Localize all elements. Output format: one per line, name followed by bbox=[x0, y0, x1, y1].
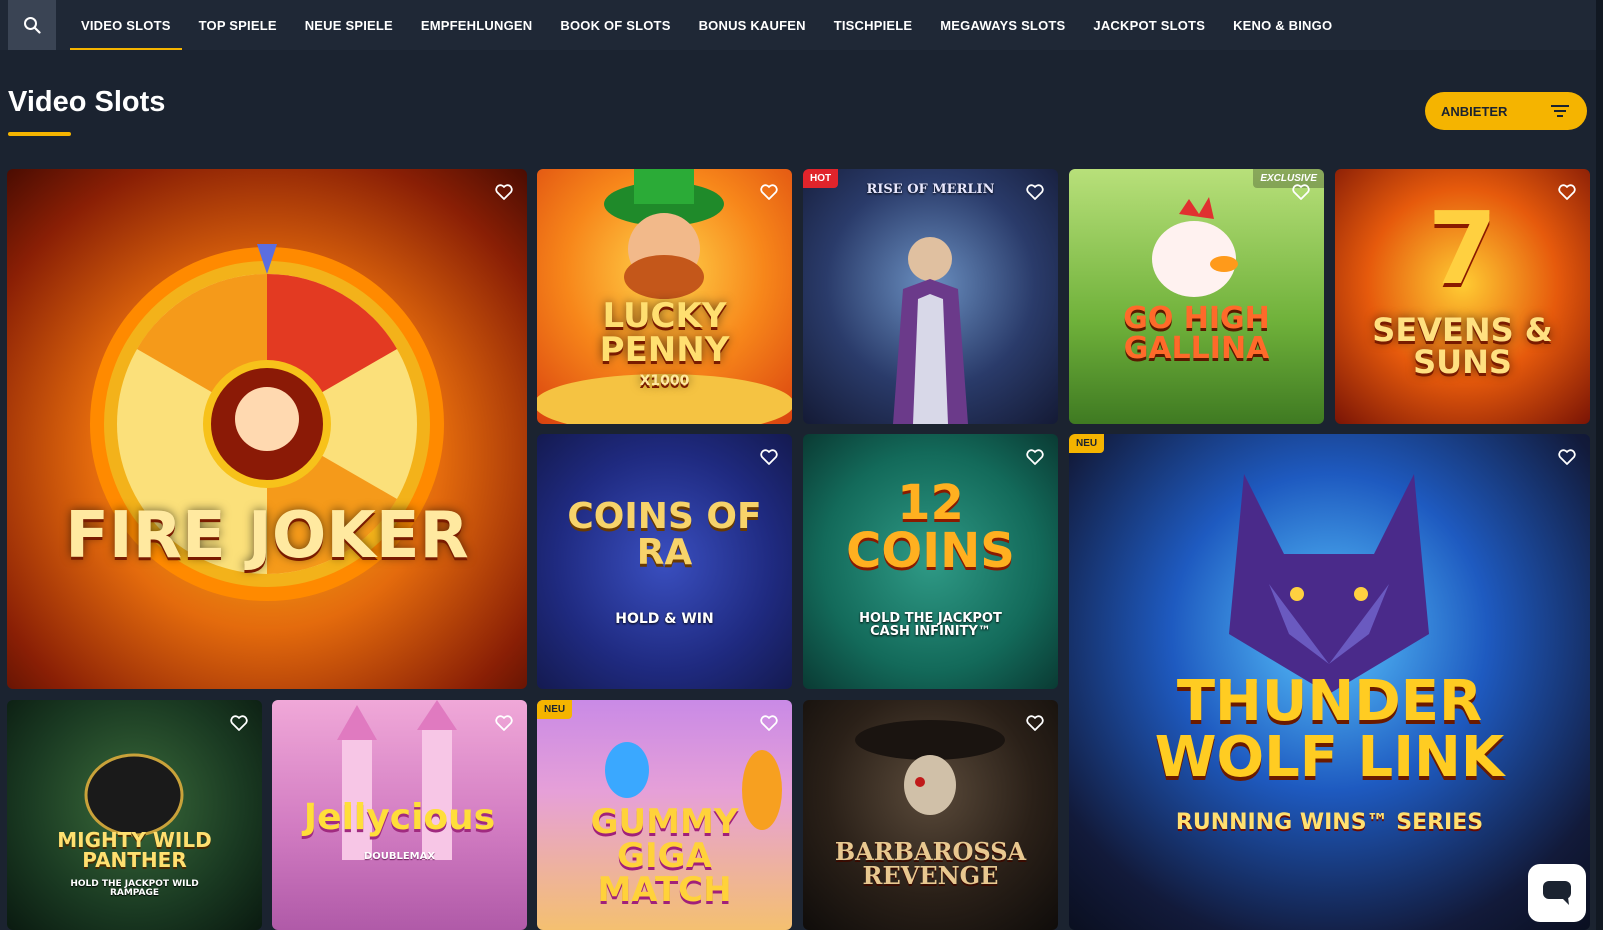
game-title: RISE OF MERLIN bbox=[866, 182, 995, 197]
game-tile-mighty-wild-panther[interactable]: MIGHTY WILD PANTHER HOLD THE JACKPOT WIL… bbox=[7, 700, 262, 930]
game-artwork-pirate bbox=[855, 720, 1005, 815]
game-title: GO HIGH GALLINA bbox=[1123, 301, 1270, 366]
favorite-button[interactable] bbox=[1024, 181, 1046, 203]
game-artwork-wizard bbox=[893, 237, 968, 424]
hot-badge: HOT bbox=[803, 169, 839, 188]
heart-icon bbox=[1026, 449, 1044, 465]
tab-video-slots[interactable]: VIDEO SLOTS bbox=[70, 0, 182, 50]
tab-jackpot-slots[interactable]: JACKPOT SLOTS bbox=[1082, 0, 1216, 50]
game-subtitle: HOLD THE JACKPOT WILD RAMPAGE bbox=[70, 879, 199, 898]
game-tile-gummy-giga-match[interactable]: GUMMY GIGA MATCH NEU bbox=[537, 700, 792, 930]
game-tile-barbarossa-revenge[interactable]: BARBAROSSA REVENGE bbox=[803, 700, 1058, 930]
tab-megaways-slots[interactable]: MEGAWAYS SLOTS bbox=[929, 0, 1076, 50]
top-navigation-bar: VIDEO SLOTS TOP SPIELE NEUE SPIELE EMPFE… bbox=[0, 0, 1603, 50]
game-title: LUCKY PENNY bbox=[599, 296, 730, 370]
favorite-button[interactable] bbox=[1556, 446, 1578, 468]
favorite-button[interactable] bbox=[1556, 181, 1578, 203]
game-title: FIRE JOKER bbox=[65, 499, 469, 573]
tab-bonus-kaufen[interactable]: BONUS KAUFEN bbox=[688, 0, 817, 50]
game-artwork-seven: 7 bbox=[1427, 190, 1498, 307]
favorite-button[interactable] bbox=[1290, 181, 1312, 203]
game-subtitle: DOUBLEMAX bbox=[363, 851, 436, 862]
game-subtitle: X1000 bbox=[639, 373, 690, 389]
game-title: Jellycious bbox=[303, 797, 496, 838]
title-underline bbox=[8, 132, 71, 136]
tab-empfehlungen[interactable]: EMPFEHLUNGEN bbox=[410, 0, 543, 50]
heart-icon bbox=[760, 449, 778, 465]
favorite-button[interactable] bbox=[1024, 446, 1046, 468]
heart-icon bbox=[1558, 184, 1576, 200]
search-button[interactable] bbox=[8, 0, 56, 50]
game-tile-sevens-and-suns[interactable]: 7 SEVENS & SUNS bbox=[1335, 169, 1590, 424]
game-tile-coins-of-ra[interactable]: COINS OF RA HOLD & WIN bbox=[537, 434, 792, 689]
heart-icon bbox=[230, 715, 248, 731]
tab-book-of-slots[interactable]: BOOK OF SLOTS bbox=[549, 0, 681, 50]
provider-filter-label: ANBIETER bbox=[1441, 103, 1508, 119]
chat-icon bbox=[1543, 881, 1571, 905]
game-tile-lucky-penny[interactable]: LUCKY PENNY X1000 bbox=[537, 169, 792, 424]
favorite-button[interactable] bbox=[493, 181, 515, 203]
chat-button[interactable] bbox=[1528, 864, 1586, 922]
game-tile-go-high-gallina[interactable]: GO HIGH GALLINA EXCLUSIVE bbox=[1069, 169, 1324, 424]
game-title: SEVENS & SUNS bbox=[1372, 311, 1553, 381]
game-tile-thunder-wolf-link[interactable]: THUNDER WOLF LINK RUNNING WINS™ SERIES N… bbox=[1069, 434, 1590, 930]
new-badge: NEU bbox=[537, 700, 573, 719]
game-artwork-wheel bbox=[90, 244, 444, 601]
favorite-button[interactable] bbox=[493, 712, 515, 734]
game-title: MIGHTY WILD PANTHER bbox=[57, 828, 212, 872]
category-tabs: VIDEO SLOTS TOP SPIELE NEUE SPIELE EMPFE… bbox=[70, 0, 1349, 50]
game-subtitle: RUNNING WINS™ SERIES bbox=[1175, 810, 1484, 835]
exclusive-badge: EXCLUSIVE bbox=[1253, 169, 1324, 188]
game-tile-12-coins[interactable]: 12 COINS HOLD THE JACKPOT CASH INFINITY™ bbox=[803, 434, 1058, 689]
new-badge: NEU bbox=[1069, 434, 1105, 453]
game-subtitle: HOLD & WIN bbox=[615, 611, 714, 627]
scrollbar-track[interactable] bbox=[1596, 0, 1603, 930]
heart-icon bbox=[760, 715, 778, 731]
tab-tischpiele[interactable]: TISCHPIELE bbox=[823, 0, 924, 50]
game-tile-jellycious[interactable]: Jellycious DOUBLEMAX bbox=[272, 700, 527, 930]
game-artwork-chicken bbox=[1152, 197, 1238, 297]
tab-keno-bingo[interactable]: KENO & BINGO bbox=[1222, 0, 1343, 50]
heart-icon bbox=[1558, 449, 1576, 465]
game-title: GUMMY GIGA MATCH bbox=[590, 802, 739, 910]
search-icon bbox=[24, 17, 41, 34]
heart-icon bbox=[495, 715, 513, 731]
tab-neue-spiele[interactable]: NEUE SPIELE bbox=[294, 0, 404, 50]
heart-icon bbox=[760, 184, 778, 200]
game-title: BARBAROSSA REVENGE bbox=[834, 837, 1027, 890]
favorite-button[interactable] bbox=[228, 712, 250, 734]
provider-filter-button[interactable]: ANBIETER bbox=[1425, 92, 1587, 130]
filter-icon bbox=[1551, 105, 1569, 117]
heart-icon bbox=[495, 184, 513, 200]
game-title: 12 COINS bbox=[846, 475, 1015, 579]
heart-icon bbox=[1026, 715, 1044, 731]
favorite-button[interactable] bbox=[758, 181, 780, 203]
game-title: COINS OF RA bbox=[567, 496, 762, 573]
game-tile-rise-of-merlin[interactable]: RISE OF MERLIN HOT bbox=[803, 169, 1058, 424]
heart-icon bbox=[1292, 184, 1310, 200]
favorite-button[interactable] bbox=[1024, 712, 1046, 734]
game-subtitle: HOLD THE JACKPOT CASH INFINITY™ bbox=[859, 611, 1002, 639]
favorite-button[interactable] bbox=[758, 446, 780, 468]
tab-top-spiele[interactable]: TOP SPIELE bbox=[188, 0, 288, 50]
game-title: THUNDER WOLF LINK bbox=[1154, 669, 1505, 790]
page-title: Video Slots bbox=[8, 86, 166, 118]
heart-icon bbox=[1026, 184, 1044, 200]
favorite-button[interactable] bbox=[758, 712, 780, 734]
game-tile-fire-joker[interactable]: FIRE JOKER bbox=[7, 169, 527, 689]
